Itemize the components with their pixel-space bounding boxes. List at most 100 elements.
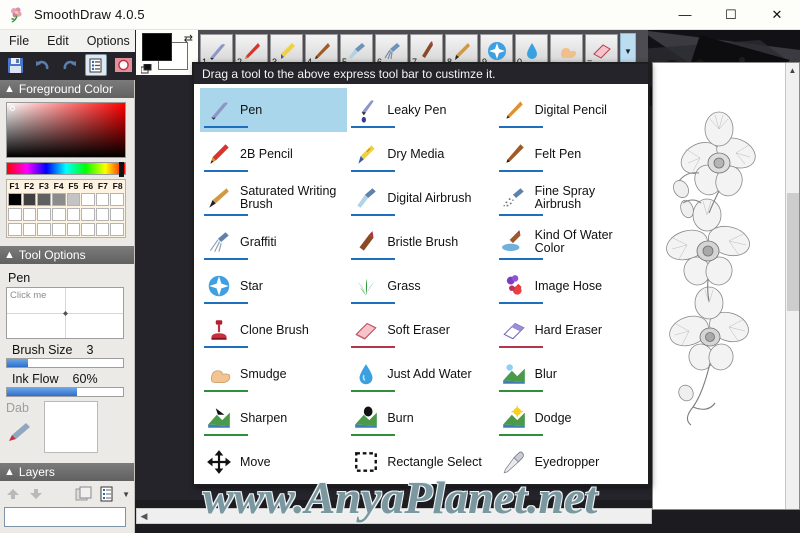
color-swatch-r1-c3[interactable] [37,193,51,206]
layer-properties-icon-button[interactable] [75,485,93,503]
vertical-scroll-thumb[interactable] [787,193,799,311]
felt-pen-icon [314,43,330,59]
color-swatch-r3-c2[interactable] [22,223,37,236]
tool-item-just-add-water[interactable]: Just Add Water [347,352,494,396]
tool-item-soft-eraser[interactable]: Soft Eraser [347,308,494,352]
color-swatch-r3-c4[interactable] [51,223,66,236]
tool-item-sharpen[interactable]: Sharpen [200,396,347,440]
save-button[interactable] [4,54,26,76]
layer-move-up-button[interactable] [4,485,21,503]
color-swatch-r3-c7[interactable] [95,223,110,236]
preview-handle[interactable] [63,311,68,316]
layer-move-down-button[interactable] [27,485,44,503]
tool-item-2b-pencil[interactable]: 2B Pencil [200,132,347,176]
color-swatch-r2-c2[interactable] [22,208,37,221]
hue-knob[interactable] [119,162,124,177]
tool-options-body: Pen Click me Brush Size 3 Ink Flow 60% D… [0,264,134,455]
hue-strip[interactable] [6,162,126,177]
layer-list[interactable] [4,507,126,527]
color-swatch-r2-c7[interactable] [95,208,110,221]
color-swatch-r1-c7[interactable] [95,193,110,206]
color-swatch-r1-c6[interactable] [81,193,95,206]
tool-item-pen[interactable]: Pen [200,88,348,132]
color-swatch-r2-c6[interactable] [81,208,95,221]
brush-dab-icon[interactable] [6,421,32,443]
maximize-button[interactable]: ☐ [708,0,754,30]
tool-item-digital-pencil[interactable]: Digital Pencil [495,88,642,132]
panel-header-layers[interactable]: ▲ Layers [0,463,134,481]
horizontal-scrollbar[interactable]: ◀ [136,508,652,524]
dab-preview[interactable] [44,401,98,453]
tool-item-dry-media[interactable]: Dry Media [347,132,494,176]
color-swatch-r1-c2[interactable] [22,193,37,206]
fkey-label-f7: F7 [97,181,108,191]
tool-item-digital-airbrush[interactable]: Digital Airbrush [347,176,494,220]
layer-properties-button[interactable] [85,54,107,76]
layer-menu-button[interactable] [99,485,116,503]
brush-size-slider-fill [7,359,28,367]
tool-item-accent-rule [498,390,543,392]
fkey-label-f8: F8 [112,181,123,191]
redo-button[interactable] [58,54,80,76]
hard-eraser-icon [499,315,529,345]
panel-title-tool-options: Tool Options [18,248,86,262]
color-gradient-picker[interactable] [6,102,126,158]
menu-file[interactable]: File [0,32,38,50]
tool-item-star[interactable]: Star [200,264,347,308]
close-button[interactable]: ✕ [754,0,800,30]
reset-colors-icon[interactable] [141,64,153,74]
color-swatch-r3-c6[interactable] [81,223,95,236]
tool-item-eyedropper[interactable]: Eyedropper [495,440,642,484]
tool-item-felt-pen[interactable]: Felt Pen [495,132,642,176]
chevron-left-icon[interactable]: ◀ [137,511,151,522]
color-swatch-r2-c3[interactable] [37,208,51,221]
swap-arrows-icon[interactable]: ⇄ [184,32,193,45]
color-swatch-r2-c1[interactable] [8,208,22,221]
tool-item-burn[interactable]: Burn [347,396,494,440]
record-button[interactable] [112,54,134,76]
tool-item-graffiti[interactable]: Graffiti [200,220,347,264]
undo-button[interactable] [31,54,53,76]
canvas-area[interactable]: ▲ [652,62,800,510]
tool-item-blur[interactable]: Blur [495,352,642,396]
color-swatch-r1-c5[interactable] [66,193,81,206]
color-swatch-r1-c8[interactable] [110,193,124,206]
color-swatch-r3-c1[interactable] [8,223,22,236]
tool-item-clone-brush[interactable]: Clone Brush [200,308,347,352]
color-swatch-r2-c4[interactable] [51,208,66,221]
color-swatch-r1-c1[interactable] [8,193,22,206]
color-swatch-widget[interactable]: ⇄ [136,30,198,75]
ink-flow-slider[interactable] [6,387,124,397]
panel-header-foreground-color[interactable]: ▲ Foreground Color [0,80,134,98]
color-swatch-r2-c8[interactable] [110,208,124,221]
color-swatch-r2-c5[interactable] [66,208,81,221]
tool-item-move[interactable]: Move [200,440,347,484]
gradient-knob[interactable] [10,106,15,111]
brush-preview[interactable]: Click me [6,287,124,339]
tool-item-saturated-writing-brush[interactable]: Saturated Writing Brush [200,176,347,220]
canvas-vertical-scrollbar[interactable]: ▲ [785,63,799,509]
panel-header-tool-options[interactable]: ▲ Tool Options [0,246,134,264]
tool-item-smudge[interactable]: Smudge [200,352,347,396]
tool-item-grass[interactable]: Grass [347,264,494,308]
tool-item-fine-spray-airbrush[interactable]: Fine Spray Airbrush [495,176,642,220]
menu-options[interactable]: Options [78,32,139,50]
tool-item-hard-eraser[interactable]: Hard Eraser [495,308,642,352]
tool-item-rectangle-select[interactable]: Rectangle Select [347,440,494,484]
chevron-up-icon[interactable]: ▲ [786,63,799,77]
foreground-color-swatch[interactable] [142,33,172,61]
menu-edit[interactable]: Edit [38,32,78,50]
tool-item-bristle-brush[interactable]: Bristle Brush [347,220,494,264]
tool-item-leaky-pen[interactable]: Leaky Pen [347,88,494,132]
brush-size-slider[interactable] [6,358,124,368]
tool-item-label: Felt Pen [534,146,582,161]
chevron-down-icon[interactable]: ▼ [122,490,130,499]
color-swatch-r3-c3[interactable] [37,223,51,236]
color-swatch-r1-c4[interactable] [51,193,66,206]
minimize-button[interactable]: — [662,0,708,30]
tool-item-image-hose[interactable]: Image Hose [495,264,642,308]
color-swatch-r3-c5[interactable] [66,223,81,236]
tool-item-dodge[interactable]: Dodge [495,396,642,440]
color-swatch-r3-c8[interactable] [110,223,124,236]
tool-item-kind-of-water-color[interactable]: Kind Of Water Color [495,220,642,264]
